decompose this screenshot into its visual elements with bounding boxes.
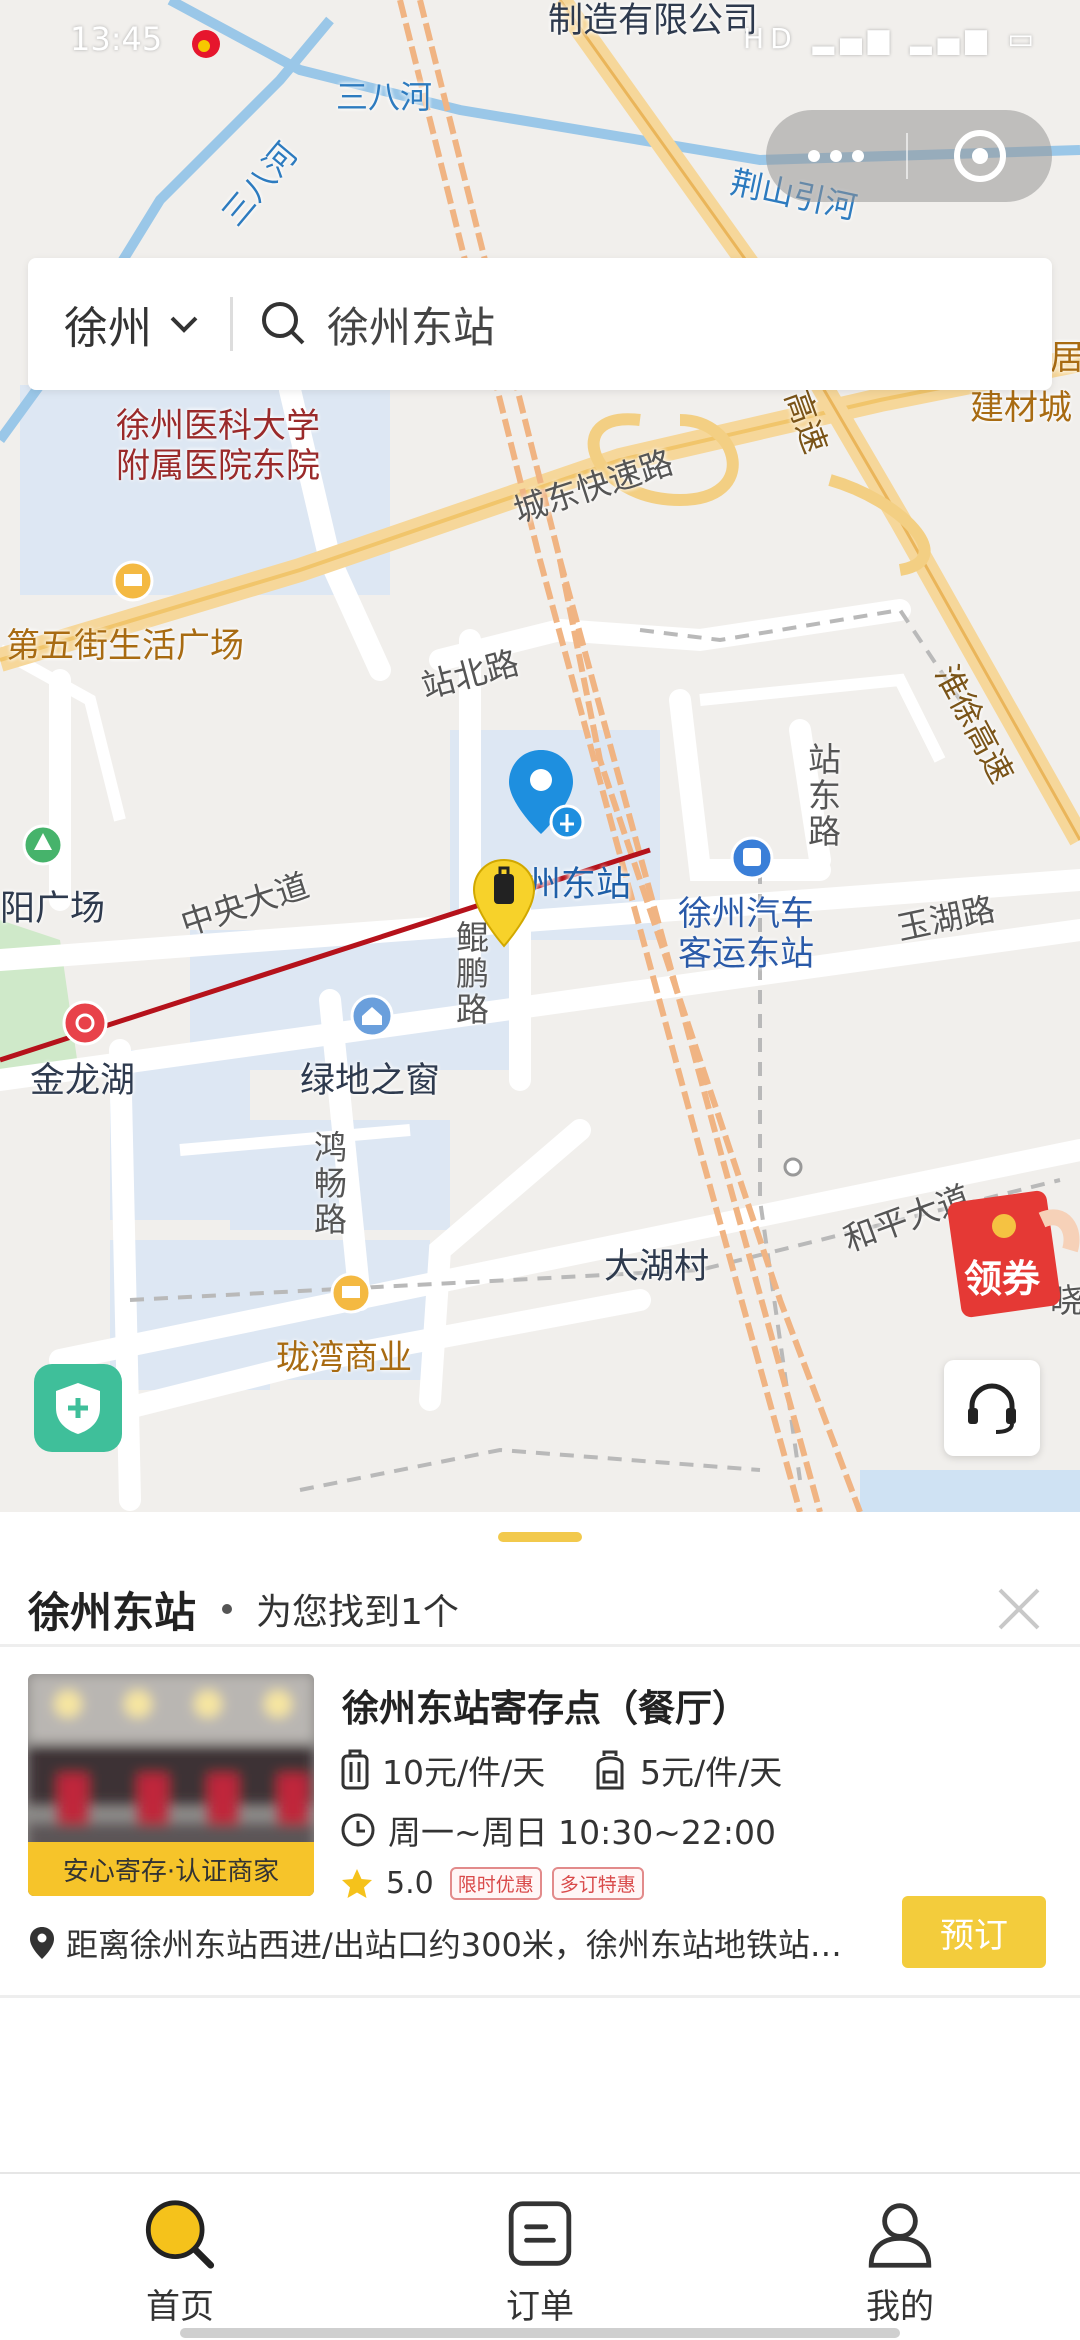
tab-orders[interactable]: 订单 bbox=[440, 2198, 640, 2328]
home-indicator bbox=[180, 2328, 900, 2338]
location-pin-icon[interactable] bbox=[505, 748, 589, 848]
luggage-price-row: 10元/件/天 bbox=[340, 1746, 545, 1794]
promo-tag: 限时优惠 bbox=[449, 1867, 542, 1900]
rating-row: 5.0 限时优惠 多订特惠 bbox=[340, 1866, 654, 1901]
park-icon bbox=[22, 824, 64, 866]
backpack-price-row: 5元/件/天 bbox=[592, 1746, 782, 1794]
status-icons: HD ▂▄▆ ▂▄▆ ▭ bbox=[743, 22, 1040, 55]
metro-icon bbox=[62, 1000, 108, 1046]
address-text: 距离徐州东站西进/出站口约300米，徐州东站地铁站… bbox=[66, 1926, 842, 1964]
map-label-village: 大湖村 bbox=[604, 1247, 710, 1287]
search-divider bbox=[230, 297, 233, 351]
more-dots-icon[interactable] bbox=[766, 110, 906, 202]
map-label-edge: 居 bbox=[1050, 338, 1080, 378]
miniprogram-capsule bbox=[766, 110, 1052, 202]
order-icon bbox=[508, 2201, 572, 2266]
customer-service-button[interactable] bbox=[944, 1360, 1040, 1456]
status-bar: 13:45 HD ▂▄▆ ▂▄▆ ▭ bbox=[0, 0, 1080, 82]
clock-icon bbox=[341, 1813, 375, 1847]
store-photo: 安心寄存·认证商家 bbox=[28, 1674, 314, 1896]
user-icon bbox=[868, 2203, 932, 2268]
map-label-lvdi: 绿地之窗 bbox=[300, 1061, 441, 1101]
close-icon[interactable] bbox=[994, 1584, 1044, 1634]
rail-node-icon bbox=[783, 1157, 803, 1177]
safety-button[interactable] bbox=[34, 1364, 122, 1452]
address-row: 距离徐州东站西进/出站口约300米，徐州东站地铁站… bbox=[28, 1920, 886, 1966]
tab-orders-label: 订单 bbox=[506, 2287, 574, 2327]
tab-mine-label: 我的 bbox=[866, 2287, 934, 2327]
divider bbox=[0, 1995, 1080, 1998]
luggage-price: 10元/件/天 bbox=[382, 1753, 546, 1792]
sheet-drag-handle[interactable] bbox=[498, 1532, 582, 1542]
shield-plus-icon bbox=[56, 1383, 100, 1434]
map-label-bus-station: 徐州汽车 客运东站 bbox=[678, 894, 814, 974]
map-label-square: 阳广场 bbox=[0, 889, 106, 929]
tab-mine[interactable]: 我的 bbox=[800, 2198, 1000, 2328]
storage-pin-icon[interactable] bbox=[470, 858, 538, 950]
search-bar: 徐州 bbox=[28, 258, 1052, 390]
promo-tag: 多订特惠 bbox=[551, 1867, 644, 1900]
weibo-icon bbox=[192, 30, 220, 58]
suitcase-icon bbox=[341, 1749, 369, 1790]
map-label-longwan: 珑湾商业 bbox=[276, 1338, 412, 1378]
results-count: 为您找到1个 bbox=[256, 1592, 459, 1633]
app-root: 制造有限公司 三八河 三八河 荆山引河 徐州医科大学 附属医院东院 城东快速路 … bbox=[0, 0, 1080, 2340]
backpack-icon bbox=[596, 1750, 624, 1790]
coupon-label: 领券 bbox=[964, 1257, 1041, 1301]
tab-home[interactable]: 首页 bbox=[80, 2198, 280, 2328]
headset-icon bbox=[968, 1383, 1016, 1434]
results-station-name: 徐州东站 bbox=[28, 1587, 197, 1637]
star-icon bbox=[342, 1868, 372, 1898]
city-label: 徐州 bbox=[64, 303, 152, 354]
rating-value: 5.0 bbox=[386, 1866, 434, 1901]
tab-home-label: 首页 bbox=[146, 2287, 214, 2327]
book-button[interactable]: 预订 bbox=[902, 1896, 1046, 1968]
map-label-hospital: 徐州医科大学 附属医院东院 bbox=[116, 406, 320, 486]
storage-result-card[interactable]: 安心寄存·认证商家 徐州东站寄存点（餐厅） 10元/件/天 5元/件/天 周一~… bbox=[0, 1648, 1080, 1994]
target-circle-icon[interactable] bbox=[908, 110, 1052, 202]
coupon-button[interactable]: 领券 bbox=[946, 1190, 1080, 1320]
map-label-fifth-avenue: 第五街生活广场 bbox=[6, 626, 244, 666]
search-icon bbox=[145, 2200, 215, 2269]
chevron-down-icon bbox=[170, 316, 198, 333]
hours-row: 周一~周日 10:30~22:00 bbox=[340, 1806, 776, 1854]
separator-dot bbox=[222, 1604, 233, 1614]
map-label-road: 鸿畅路 bbox=[314, 1128, 347, 1239]
results-sheet: 徐州东站 为您找到1个 安心寄存·认证商家 徐州东站寄存点（餐厅） 10元/件/… bbox=[0, 1512, 1080, 2172]
divider bbox=[0, 1644, 1080, 1647]
map-label-metro-station: 金龙湖 bbox=[30, 1061, 136, 1101]
backpack-price: 5元/件/天 bbox=[640, 1753, 783, 1792]
mall-icon bbox=[330, 1272, 372, 1314]
store-name: 徐州东站寄存点（餐厅） bbox=[342, 1687, 749, 1730]
home-poi-icon bbox=[350, 994, 394, 1038]
search-icon bbox=[262, 302, 305, 345]
map-label-road: 站东路 bbox=[808, 740, 841, 851]
results-header: 徐州东站 为您找到1个 bbox=[0, 1562, 1080, 1656]
location-icon bbox=[30, 1927, 54, 1959]
status-time: 13:45 bbox=[70, 20, 163, 58]
mall-icon bbox=[112, 560, 154, 602]
tab-bar: 首页 订单 我的 bbox=[0, 2172, 1080, 2340]
search-input[interactable] bbox=[327, 299, 947, 349]
city-selector[interactable]: 徐州 bbox=[28, 258, 202, 390]
certified-badge: 安心寄存·认证商家 bbox=[28, 1842, 314, 1896]
opening-hours: 周一~周日 10:30~22:00 bbox=[388, 1813, 776, 1852]
map-view[interactable]: 制造有限公司 三八河 三八河 荆山引河 徐州医科大学 附属医院东院 城东快速路 … bbox=[0, 0, 1080, 1512]
map-label-station: 州东站 bbox=[526, 865, 632, 905]
bus-icon bbox=[730, 836, 774, 880]
